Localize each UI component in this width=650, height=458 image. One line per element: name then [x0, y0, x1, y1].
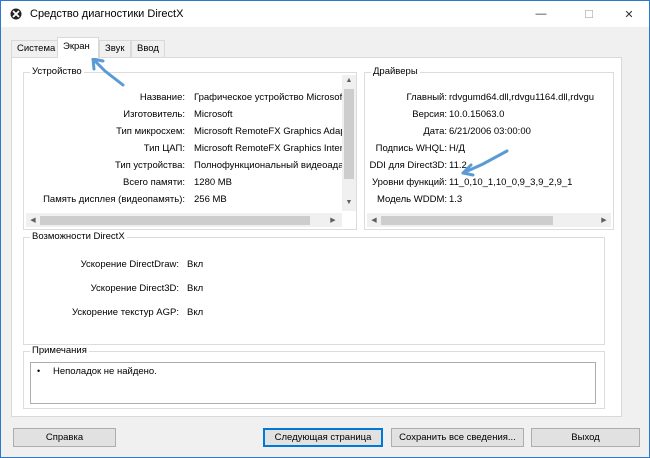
directx-diagnostic-window: Средство диагностики DirectX — ☐ ✕ Систе…: [0, 0, 650, 458]
exit-button[interactable]: Выход: [531, 428, 640, 447]
device-vertical-scrollbar[interactable]: ▲ ▼: [342, 75, 356, 211]
driver-version-label: Версия:: [412, 109, 447, 120]
driver-main-value: rdvgumd64.dll,rdvgu1164.dll,rdvgu: [449, 92, 595, 103]
scroll-right-icon[interactable]: ▶: [326, 216, 340, 224]
close-button[interactable]: ✕: [609, 1, 649, 27]
ddi-direct3d-value: 11.2: [449, 160, 467, 171]
display-memory-label: Память дисплея (видеопамять):: [43, 194, 185, 205]
dac-type-value: Microsoft RemoteFX Graphics Internal: [194, 143, 344, 154]
dac-type-label: Тип ЦАП:: [143, 143, 185, 154]
scroll-left-icon[interactable]: ◀: [26, 216, 40, 224]
bullet-icon: •: [37, 366, 41, 376]
device-name-label: Название:: [139, 92, 185, 103]
chip-type-value: Microsoft RemoteFX Graphics Adapter: [194, 126, 344, 137]
minimize-icon: —: [535, 8, 547, 20]
direct3d-acceleration-value: Вкл: [187, 283, 204, 294]
wddm-model-value: 1.3: [449, 194, 463, 205]
scroll-up-icon[interactable]: ▲: [342, 77, 356, 84]
device-name-value: Графическое устройство Microsoft F: [194, 92, 344, 103]
next-page-button[interactable]: Следующая страница: [263, 428, 383, 447]
drivers-group-title: Драйверы: [371, 66, 420, 77]
tab-display[interactable]: Экран: [57, 37, 99, 58]
directx-icon: [10, 8, 22, 20]
agp-texture-acceleration-value: Вкл: [187, 307, 204, 318]
scroll-left-icon[interactable]: ◀: [367, 216, 381, 224]
directx-features-group-title: Возможности DirectX: [30, 231, 127, 242]
dialog-client-area: Система Экран Звук Ввод Устройство Назва…: [1, 27, 649, 457]
feature-levels-label: Уровни функций:: [372, 177, 447, 188]
chip-type-label: Тип микросхем:: [116, 126, 185, 137]
wddm-model-label: Модель WDDM:: [377, 194, 447, 205]
display-memory-value: 256 MB: [194, 194, 227, 205]
direct3d-acceleration-label: Ускорение Direct3D:: [90, 283, 179, 294]
window-title: Средство диагностики DirectX: [30, 8, 184, 20]
horizontal-scroll-thumb[interactable]: [40, 216, 310, 225]
notes-textbox[interactable]: • Неполадок не найдено.: [30, 362, 596, 404]
close-icon: ✕: [624, 8, 634, 21]
note-item: Неполадок не найдено.: [53, 366, 157, 377]
whql-signature-value: Н/Д: [449, 143, 465, 154]
feature-levels-value: 11_0,10_1,10_0,9_3,9_2,9_1: [449, 177, 573, 188]
save-all-info-button[interactable]: Сохранить все сведения...: [391, 428, 524, 447]
device-type-value: Полнофункциональный видеоадап: [194, 160, 344, 171]
display-tab-panel: Устройство Название: Графическое устройс…: [11, 57, 622, 417]
vertical-scroll-thumb[interactable]: [344, 89, 354, 179]
notes-group: Примечания • Неполадок не найдено.: [23, 345, 605, 409]
drivers-group: Драйверы Главный: rdvgumd64.dll,rdvgu116…: [364, 66, 614, 230]
ddi-direct3d-label: DDI для Direct3D:: [369, 160, 447, 171]
maximize-icon: ☐: [584, 8, 594, 21]
driver-main-label: Главный:: [406, 92, 447, 103]
horizontal-scroll-thumb[interactable]: [381, 216, 553, 225]
device-group: Устройство Название: Графическое устройс…: [23, 66, 357, 230]
tab-input[interactable]: Ввод: [131, 40, 165, 57]
device-horizontal-scrollbar[interactable]: ◀ ▶: [26, 213, 342, 227]
total-memory-label: Всего памяти:: [123, 177, 185, 188]
agp-texture-acceleration-label: Ускорение текстур AGP:: [71, 307, 179, 318]
driver-date-value: 6/21/2006 03:00:00: [449, 126, 531, 137]
tab-sound[interactable]: Звук: [99, 40, 131, 57]
manufacturer-label: Изготовитель:: [123, 109, 185, 120]
tab-system[interactable]: Система: [11, 40, 59, 57]
directdraw-acceleration-label: Ускорение DirectDraw:: [80, 259, 179, 270]
device-type-label: Тип устройства:: [114, 160, 185, 171]
driver-version-value: 10.0.15063.0: [449, 109, 505, 120]
scroll-right-icon[interactable]: ▶: [597, 216, 611, 224]
device-group-title: Устройство: [30, 66, 84, 77]
whql-signature-label: Подпись WHQL:: [375, 143, 447, 154]
scroll-down-icon[interactable]: ▼: [342, 199, 356, 206]
directdraw-acceleration-value: Вкл: [187, 259, 204, 270]
directx-features-group: Возможности DirectX Ускорение DirectDraw…: [23, 231, 605, 345]
driver-date-label: Дата:: [423, 126, 447, 137]
minimize-button[interactable]: —: [521, 1, 561, 27]
drivers-horizontal-scrollbar[interactable]: ◀ ▶: [367, 213, 611, 227]
total-memory-value: 1280 MB: [194, 177, 233, 188]
manufacturer-value: Microsoft: [194, 109, 233, 120]
notes-group-title: Примечания: [30, 345, 89, 356]
title-bar: Средство диагностики DirectX — ☐ ✕: [1, 1, 649, 27]
maximize-button[interactable]: ☐: [569, 1, 609, 27]
help-button[interactable]: Справка: [13, 428, 116, 447]
